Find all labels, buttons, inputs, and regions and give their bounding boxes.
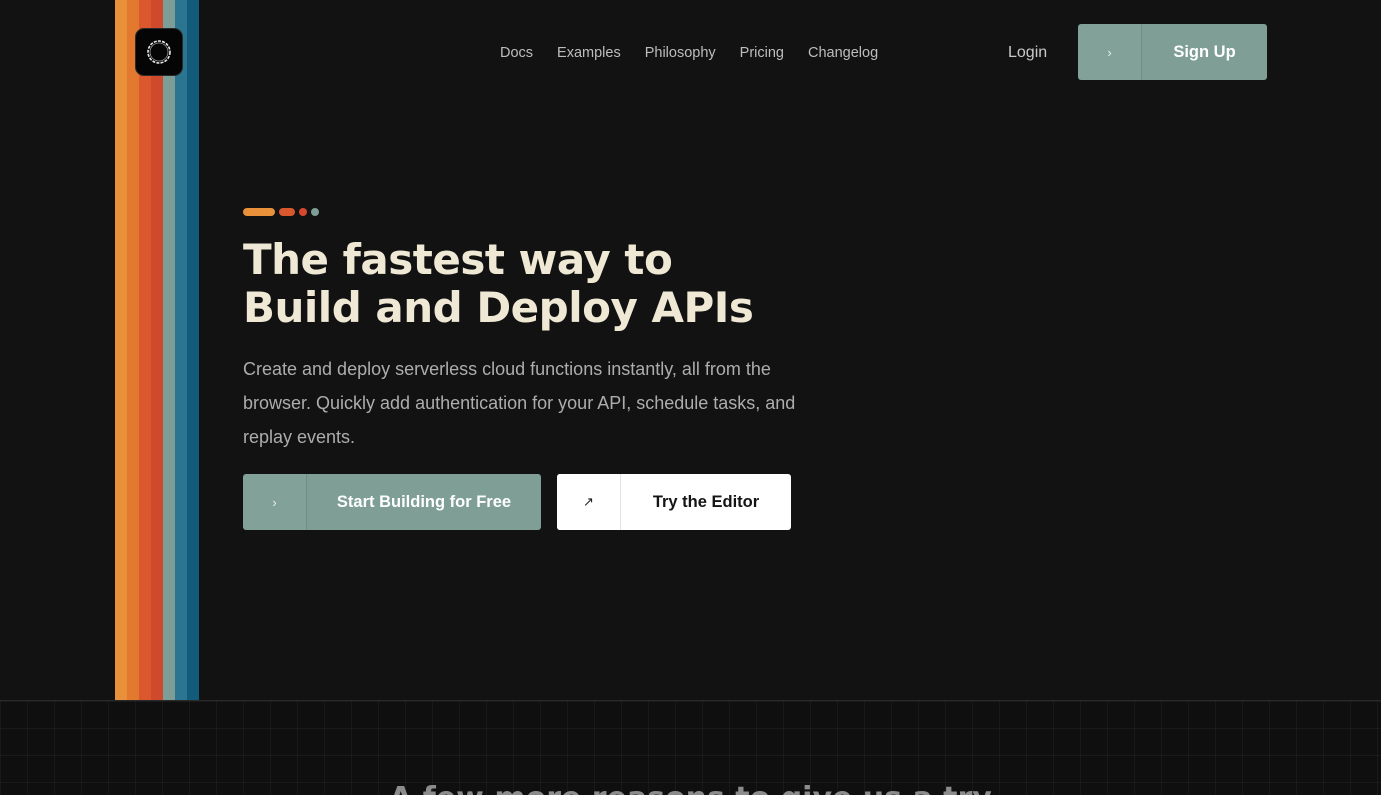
stripe xyxy=(163,0,175,700)
decorative-dots xyxy=(243,208,319,216)
stripe xyxy=(151,0,163,700)
start-building-icon-cell: › xyxy=(243,474,307,530)
stripe xyxy=(115,0,127,700)
hero-title-line-1: The fastest way to xyxy=(243,235,673,284)
stripe xyxy=(127,0,139,700)
stripe xyxy=(175,0,187,700)
try-editor-button[interactable]: ↗ Try the Editor xyxy=(557,474,791,530)
try-editor-icon-cell: ↗ xyxy=(557,474,621,530)
stripe xyxy=(139,0,151,700)
nav-link-philosophy[interactable]: Philosophy xyxy=(645,44,716,62)
try-editor-label: Try the Editor xyxy=(652,492,760,511)
signup-icon-cell: › xyxy=(1078,24,1142,80)
ring-logo-icon xyxy=(147,40,171,64)
signup-label: Sign Up xyxy=(1173,42,1236,61)
start-building-label: Start Building for Free xyxy=(336,492,512,511)
retro-stripes xyxy=(115,0,199,700)
nav-link-docs[interactable]: Docs xyxy=(500,44,533,62)
hero-title-line-2: Build and Deploy APIs xyxy=(243,283,754,332)
features-section: A few more reasons to give us a try xyxy=(0,700,1381,795)
chevron-right-icon: › xyxy=(272,494,277,510)
features-heading: A few more reasons to give us a try xyxy=(0,781,1381,795)
main-nav: Docs Examples Philosophy Pricing Changel… xyxy=(500,44,878,62)
dot xyxy=(299,208,307,216)
dot xyxy=(279,208,295,216)
landing-page: Docs Examples Philosophy Pricing Changel… xyxy=(0,0,1381,795)
nav-link-changelog[interactable]: Changelog xyxy=(808,44,878,62)
hero-title: The fastest way to Build and Deploy APIs xyxy=(243,235,754,332)
stripe xyxy=(187,0,199,700)
arrow-up-right-icon: ↗ xyxy=(583,494,594,509)
login-link[interactable]: Login xyxy=(1008,43,1047,63)
start-building-button[interactable]: › Start Building for Free xyxy=(243,474,541,530)
nav-link-examples[interactable]: Examples xyxy=(557,44,621,62)
dot xyxy=(243,208,275,216)
hero-subtitle: Create and deploy serverless cloud funct… xyxy=(243,359,796,447)
nav-link-pricing[interactable]: Pricing xyxy=(740,44,784,62)
chevron-right-icon: › xyxy=(1107,44,1112,60)
dot xyxy=(311,208,319,216)
signup-button[interactable]: › Sign Up xyxy=(1078,24,1267,80)
logo-home-link[interactable] xyxy=(135,28,183,76)
